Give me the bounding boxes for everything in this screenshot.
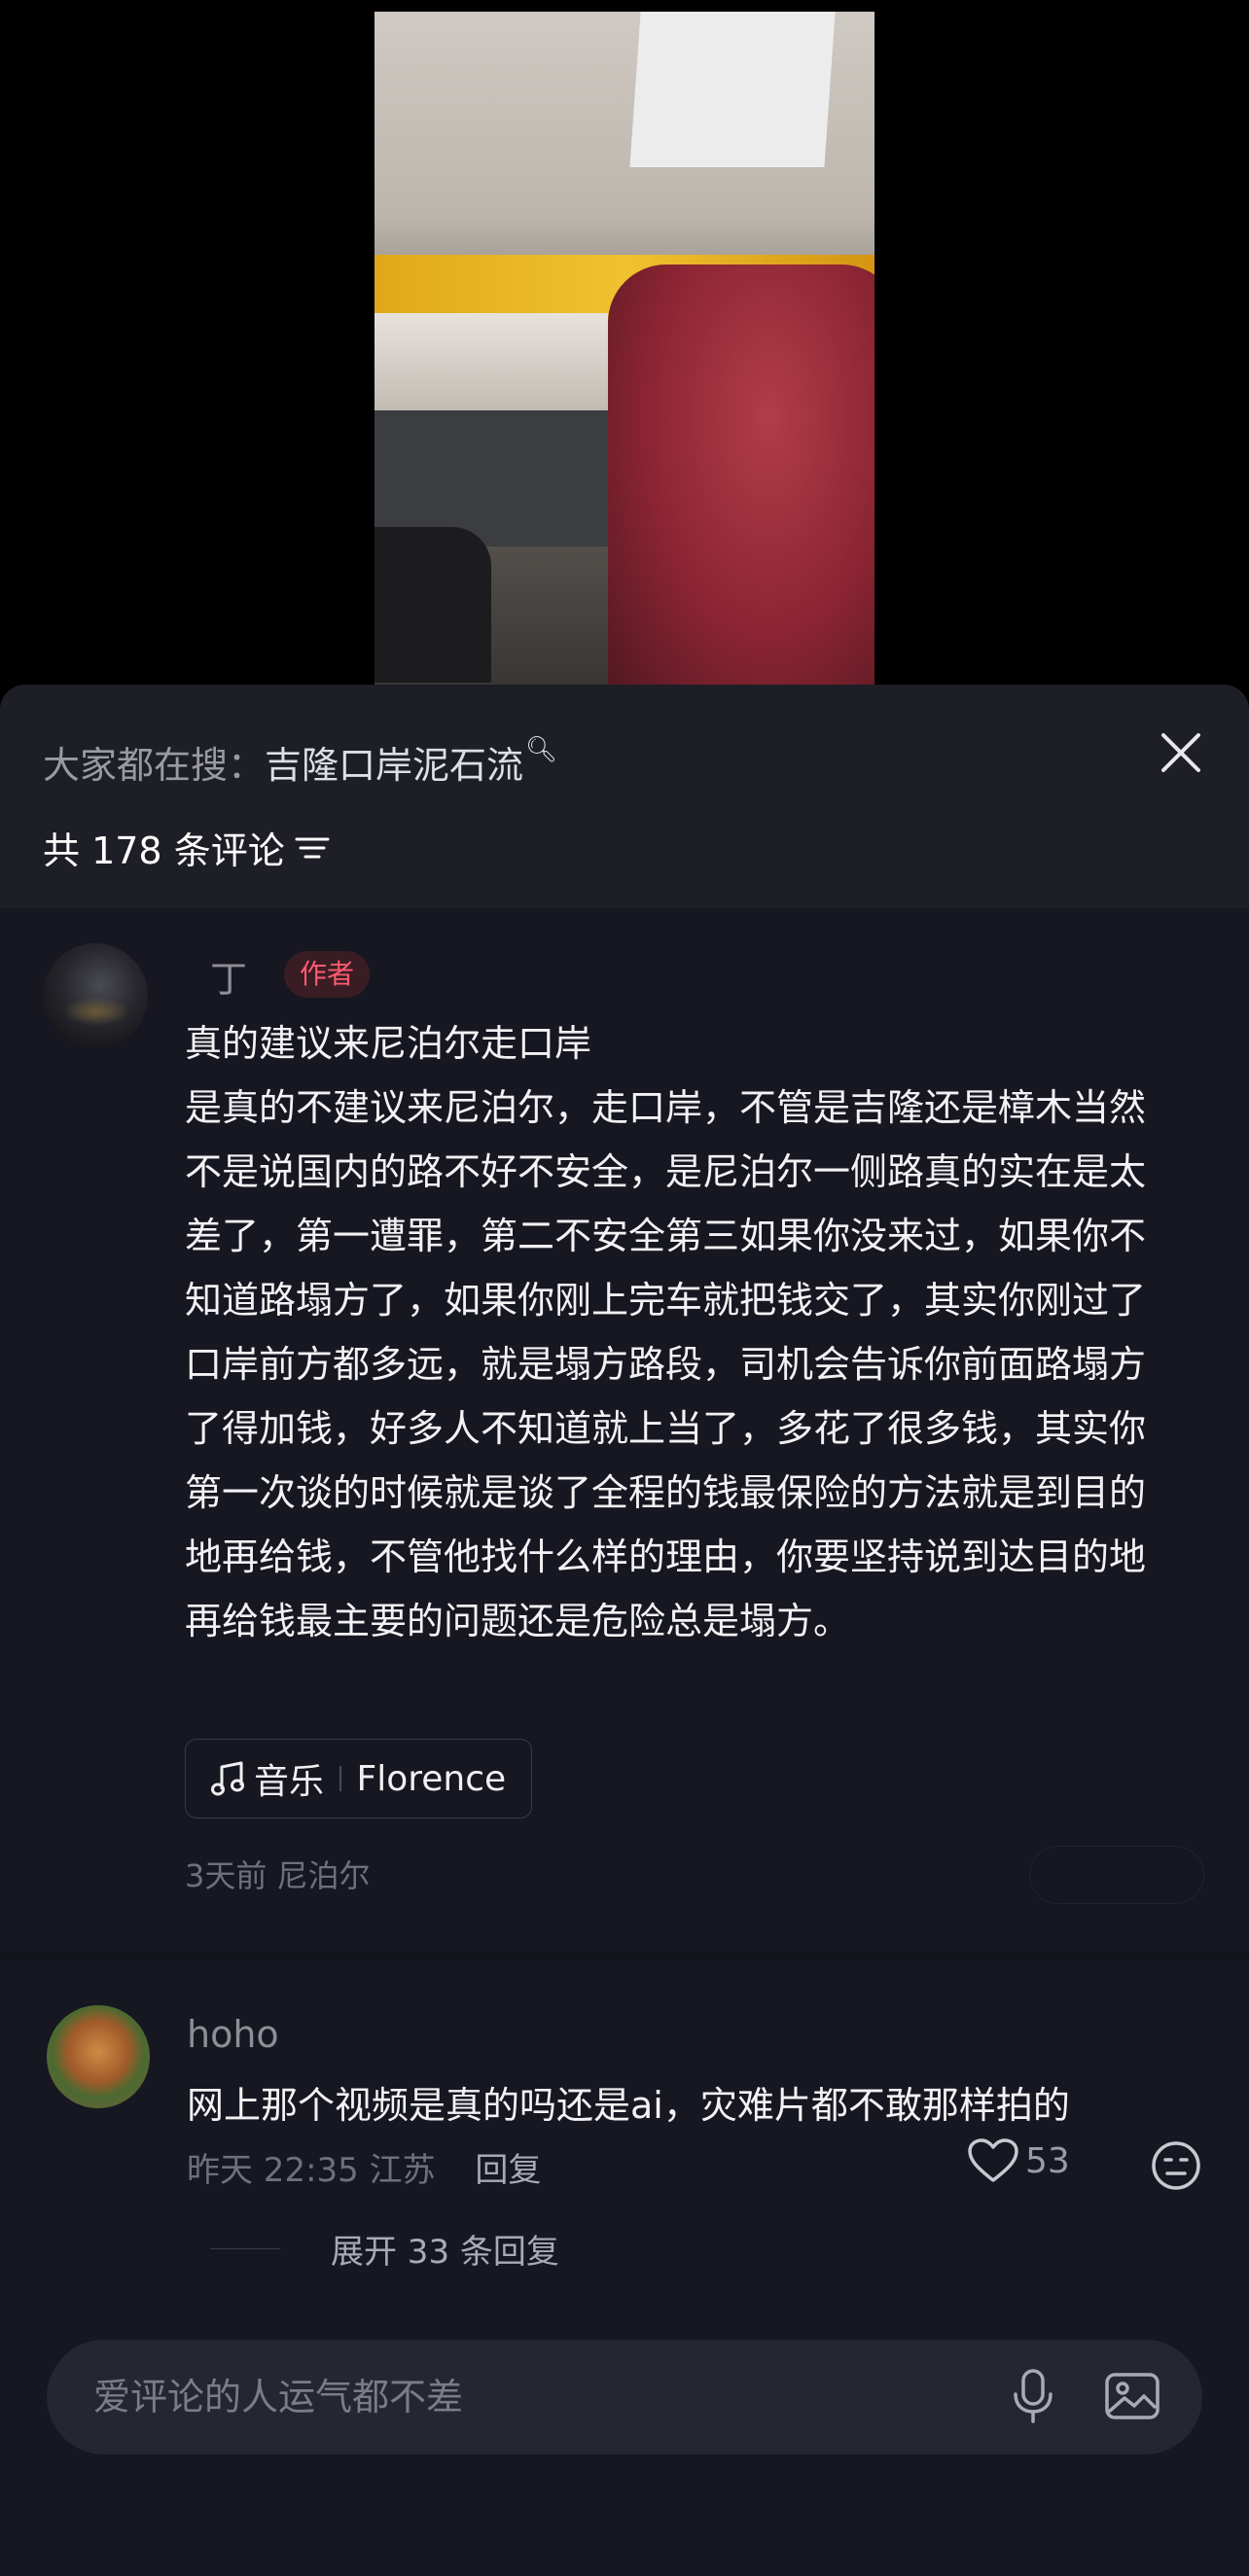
comment-text[interactable]: 真的建议来尼泊尔走口岸 是真的不建议来尼泊尔，走口岸，不管是吉隆还是樟木当然不是… — [185, 1011, 1177, 1653]
comment-time: 昨天 22:35 — [187, 2151, 359, 2190]
emoji-reaction-icon[interactable] — [1150, 2139, 1202, 2192]
comment-divider — [0, 1953, 1249, 1960]
video-thumbnail[interactable] — [375, 12, 874, 685]
music-title: Florence — [356, 1758, 507, 1799]
video-player[interactable] — [0, 0, 1249, 685]
author-badge: 作者 — [284, 951, 371, 998]
video-scene-dashboard — [375, 410, 627, 547]
search-suggestion-prefix: 大家都在搜： — [43, 744, 266, 787]
expand-replies-label[interactable]: 展开 33 条回复 — [331, 2225, 559, 2273]
comment-meta: 3天前 尼泊尔 — [185, 1852, 371, 1896]
comment-location: 尼泊尔 — [276, 1857, 371, 1894]
video-scene-seat — [608, 265, 874, 685]
reply-button[interactable]: 回复 — [475, 2151, 541, 2190]
search-suggestion[interactable]: 大家都在搜：吉隆口岸泥石流🔍︎ — [43, 735, 557, 789]
video-scene-passenger — [375, 527, 491, 683]
microphone-icon[interactable] — [1002, 2365, 1064, 2427]
close-icon[interactable] — [1156, 727, 1206, 778]
comment-action-pill[interactable] — [1029, 1846, 1204, 1904]
avatar[interactable] — [43, 943, 148, 1048]
sort-filter-icon[interactable] — [295, 833, 330, 863]
music-separator — [339, 1766, 341, 1791]
comment-user-name[interactable]: 丁 — [210, 949, 247, 1003]
music-chip[interactable]: 音乐 Florence — [185, 1739, 533, 1818]
music-note-icon — [211, 1761, 244, 1796]
comment-user-name[interactable]: hoho — [187, 2013, 279, 2056]
video-scene-sign — [629, 12, 836, 167]
comment-meta: 昨天 22:35 江苏 回复 — [187, 2143, 541, 2191]
image-icon[interactable] — [1101, 2365, 1163, 2427]
expand-replies-line — [210, 2247, 280, 2250]
comment-input[interactable] — [93, 2340, 969, 2454]
comment-time: 3天前 — [185, 1857, 268, 1894]
comment-count: 共 178 条评论 — [43, 829, 285, 872]
search-suggestion-keyword[interactable]: 吉隆口岸泥石流 — [265, 744, 523, 787]
like-button[interactable]: 53 — [967, 2137, 1070, 2184]
music-label: 音乐 — [254, 1762, 325, 1802]
heart-icon — [968, 2138, 1018, 2182]
like-count: 53 — [1025, 2140, 1070, 2181]
comment-count-row: 共 178 条评论 — [43, 821, 330, 874]
comments-panel-header: 大家都在搜：吉隆口岸泥石流🔍︎ 共 178 条评论 — [0, 685, 1249, 908]
comment-text[interactable]: 网上那个视频是真的吗还是ai，灾难片都不敢那样拍的 — [187, 2075, 1070, 2129]
expand-replies[interactable]: 展开 33 条回复 — [210, 2225, 559, 2273]
comment-location: 江苏 — [369, 2151, 436, 2190]
search-icon: 🔍︎ — [525, 735, 558, 764]
avatar[interactable] — [47, 2005, 150, 2108]
